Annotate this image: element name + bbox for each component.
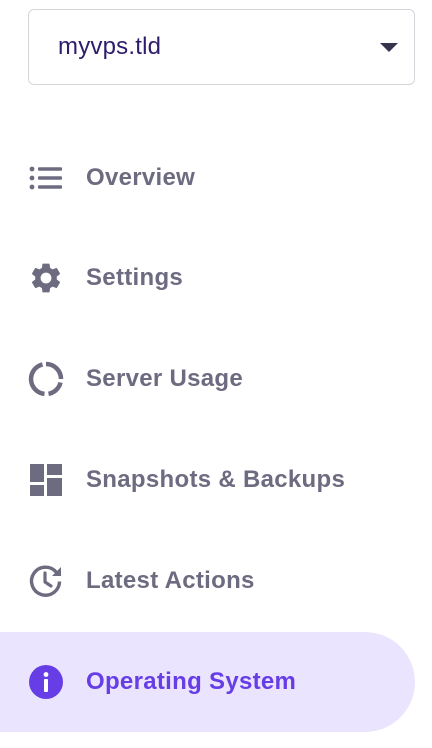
donut-chart-icon [28, 361, 64, 397]
list-icon [28, 160, 64, 196]
nav-item-server-usage[interactable]: Server Usage [0, 329, 415, 429]
nav-item-label: Server Usage [86, 365, 244, 392]
nav-item-overview[interactable]: Overview [0, 128, 415, 228]
gear-icon [28, 260, 64, 296]
nav-item-settings[interactable]: Settings [0, 228, 415, 328]
nav-item-snapshots-backups[interactable]: Snapshots & Backups [0, 430, 415, 530]
clock-history-icon [28, 563, 64, 599]
chevron-down-icon[interactable] [380, 42, 398, 52]
nav-item-latest-actions[interactable]: Latest Actions [0, 531, 415, 631]
server-select-value: myvps.tld [58, 33, 162, 60]
dashboard-grid-icon [28, 462, 64, 498]
nav-item-operating-system[interactable]: Operating System [0, 632, 415, 732]
server-select-dropdown[interactable]: myvps.tld [28, 9, 415, 85]
nav-item-label: Operating System [86, 668, 297, 695]
info-icon [28, 664, 64, 700]
nav-item-label: Snapshots & Backups [86, 466, 346, 493]
nav-item-label: Latest Actions [86, 567, 255, 594]
nav-item-label: Overview [86, 164, 196, 191]
nav-item-label: Settings [86, 264, 184, 291]
